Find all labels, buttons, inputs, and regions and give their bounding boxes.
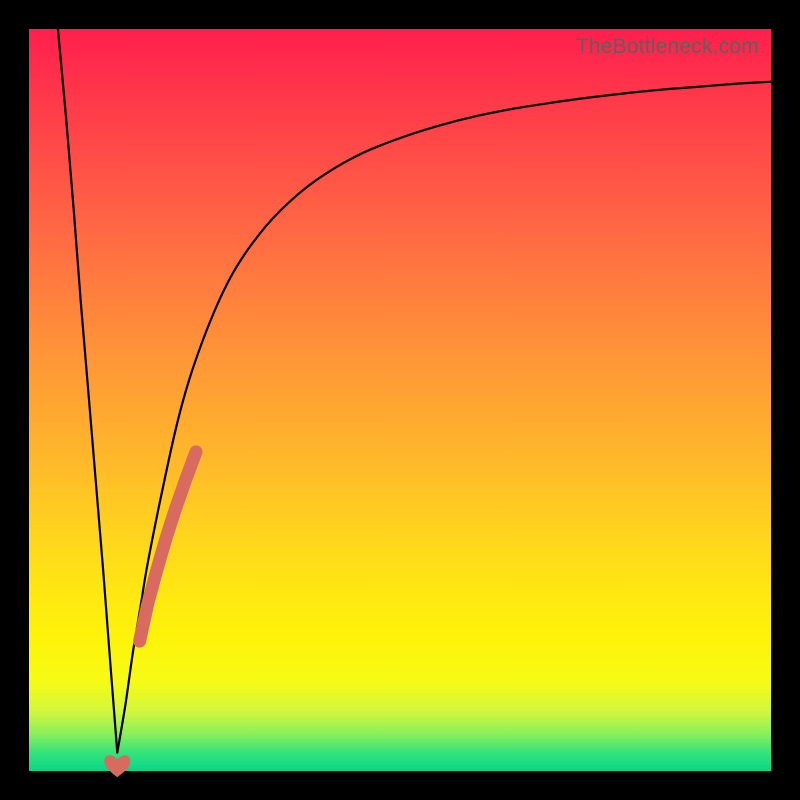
right-curve-path [117, 82, 771, 753]
heart-icon [104, 755, 130, 777]
curve-layer [58, 29, 771, 777]
plot-area: TheBottleneck.com [29, 29, 771, 771]
chart-frame: TheBottleneck.com [0, 0, 800, 800]
highlight-band-path [140, 452, 196, 641]
chart-svg [29, 29, 771, 771]
heart-marker [104, 755, 130, 777]
left-descent-path [58, 29, 117, 753]
